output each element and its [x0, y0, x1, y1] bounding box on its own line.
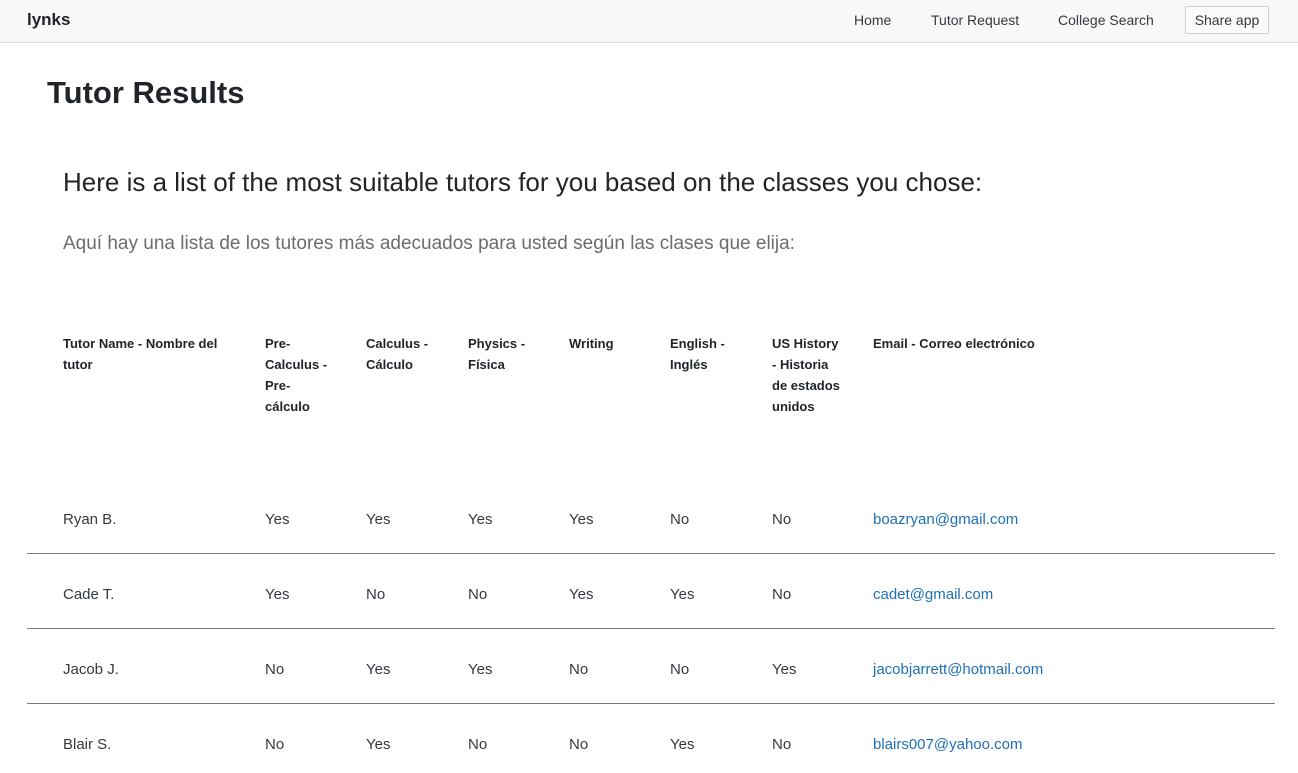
lead-text-spanish: Aquí hay una lista de los tutores más ad… — [63, 233, 795, 254]
cell-calculus: Yes — [366, 511, 391, 528]
cell-us-history: No — [772, 736, 792, 753]
row-divider — [27, 703, 1275, 704]
header-calculus: Calculus - Cálculo — [366, 336, 429, 372]
cell-email-link[interactable]: jacobjarrett@hotmail.com — [873, 661, 1043, 678]
cell-english: Yes — [670, 586, 695, 603]
header-email: Email - Correo electrónico — [873, 336, 1035, 351]
top-navbar: lynks Home Tutor Request College Search … — [0, 0, 1298, 43]
cell-tutor-name: Blair S. — [63, 736, 112, 753]
cell-calculus: No — [366, 586, 386, 603]
page-title: Tutor Results — [47, 75, 245, 110]
cell-calculus: Yes — [366, 661, 391, 678]
cell-email-link[interactable]: blairs007@yahoo.com — [873, 736, 1022, 753]
cell-physics: Yes — [468, 661, 493, 678]
cell-precalculus: No — [265, 661, 285, 678]
header-physics: Physics - Física — [468, 336, 526, 372]
header-writing: Writing — [569, 336, 614, 351]
cell-precalculus: Yes — [265, 586, 290, 603]
lead-text-english: Here is a list of the most suitable tuto… — [63, 167, 983, 197]
cell-english: Yes — [670, 736, 695, 753]
nav-tutor-request-link[interactable]: Tutor Request — [931, 12, 1019, 28]
cell-writing: Yes — [569, 586, 594, 603]
cell-writing: Yes — [569, 511, 594, 528]
cell-precalculus: Yes — [265, 511, 290, 528]
cell-physics: Yes — [468, 511, 493, 528]
cell-writing: No — [569, 661, 589, 678]
brand-logo[interactable]: lynks — [27, 10, 70, 30]
cell-us-history: No — [772, 511, 792, 528]
row-divider — [27, 553, 1275, 554]
cell-email-link[interactable]: cadet@gmail.com — [873, 586, 993, 603]
cell-email-link[interactable]: boazryan@gmail.com — [873, 511, 1018, 528]
nav-college-search-link[interactable]: College Search — [1058, 12, 1154, 28]
cell-tutor-name: Jacob J. — [63, 661, 119, 678]
cell-tutor-name: Ryan B. — [63, 511, 117, 528]
header-tutor-name: Tutor Name - Nombre del tutor — [63, 336, 218, 372]
cell-us-history: Yes — [772, 661, 797, 678]
cell-tutor-name: Cade T. — [63, 586, 115, 603]
cell-calculus: Yes — [366, 736, 391, 753]
cell-us-history: No — [772, 586, 792, 603]
share-app-button[interactable]: Share app — [1185, 6, 1269, 34]
nav-home-link[interactable]: Home — [854, 12, 891, 28]
cell-english: No — [670, 511, 690, 528]
cell-precalculus: No — [265, 736, 285, 753]
header-us-history: US History - Historia de estados unidos — [772, 336, 840, 414]
cell-physics: No — [468, 736, 488, 753]
cell-english: No — [670, 661, 690, 678]
cell-writing: No — [569, 736, 589, 753]
cell-physics: No — [468, 586, 488, 603]
header-english: English - Inglés — [670, 336, 725, 372]
row-divider — [27, 628, 1275, 629]
header-precalculus: Pre-Calculus - Pre-cálculo — [265, 336, 328, 414]
